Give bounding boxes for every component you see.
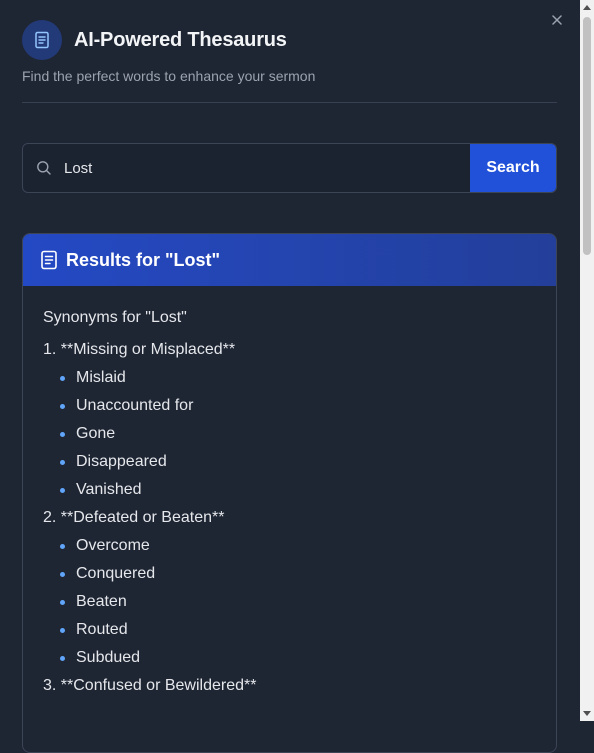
group-title: 2. **Defeated or Beaten**	[43, 509, 225, 526]
search-input[interactable]	[63, 144, 470, 192]
bullet	[60, 627, 65, 633]
synonym: Subdued	[76, 649, 141, 666]
scroll-thumb[interactable]	[583, 17, 591, 255]
thesaurus-panel: AI-Powered Thesaurus Find the perfect wo…	[0, 0, 580, 753]
divider	[22, 102, 557, 103]
list-item: Unaccounted for	[60, 396, 536, 416]
bullet	[60, 655, 65, 661]
results-header: Results for "Lost"	[23, 234, 556, 286]
list-item: Vanished	[60, 480, 536, 500]
app-subtitle: Find the perfect words to enhance your s…	[22, 68, 316, 84]
results-intro: Synonyms for "Lost"	[43, 309, 187, 326]
list-item: Gone	[60, 424, 536, 444]
bullet	[60, 375, 65, 381]
synonym: Vanished	[76, 481, 142, 498]
bullet	[60, 459, 65, 465]
close-button[interactable]	[549, 12, 565, 28]
results-body: Synonyms for "Lost" 1. **Missing or Misp…	[23, 286, 556, 696]
scroll-down-arrow[interactable]	[583, 711, 591, 716]
scroll-up-arrow[interactable]	[583, 5, 591, 10]
search-bar: Search	[22, 143, 557, 193]
list-item: Beaten	[60, 592, 536, 612]
list-item: Routed	[60, 620, 536, 640]
bullet	[60, 543, 65, 549]
group-title: 3. **Confused or Bewildered**	[43, 677, 257, 694]
scrollbar[interactable]	[580, 0, 594, 721]
bullet	[60, 403, 65, 409]
document-icon	[41, 250, 57, 270]
synonym: Unaccounted for	[76, 397, 194, 414]
synonym-list: Overcome Conquered Beaten Routed Subdued	[60, 536, 536, 668]
app-title: AI-Powered Thesaurus	[74, 28, 287, 51]
synonym: Gone	[76, 425, 116, 442]
list-item: Overcome	[60, 536, 536, 556]
book-icon	[35, 31, 49, 49]
synonym: Routed	[76, 621, 128, 638]
bullet	[60, 431, 65, 437]
list-item: Mislaid	[60, 368, 536, 388]
bullet	[60, 487, 65, 493]
close-icon	[552, 15, 562, 25]
list-item: Subdued	[60, 648, 536, 668]
list-item: Conquered	[60, 564, 536, 584]
synonym: Beaten	[76, 593, 127, 610]
search-icon	[23, 144, 63, 192]
bullet	[60, 571, 65, 577]
list-item: Disappeared	[60, 452, 536, 472]
header: AI-Powered Thesaurus	[22, 20, 287, 60]
logo	[22, 20, 62, 60]
results-title: Results for "Lost"	[66, 249, 221, 270]
results-card: Results for "Lost" Synonyms for "Lost" 1…	[22, 233, 557, 753]
group-title: 1. **Missing or Misplaced**	[43, 341, 236, 358]
synonym: Overcome	[76, 537, 150, 554]
search-button[interactable]: Search	[470, 144, 556, 192]
synonym: Disappeared	[76, 453, 167, 470]
synonym: Mislaid	[76, 369, 126, 386]
bullet	[60, 599, 65, 605]
synonym: Conquered	[76, 565, 156, 582]
synonym-list: Mislaid Unaccounted for Gone Disappeared…	[60, 368, 536, 500]
